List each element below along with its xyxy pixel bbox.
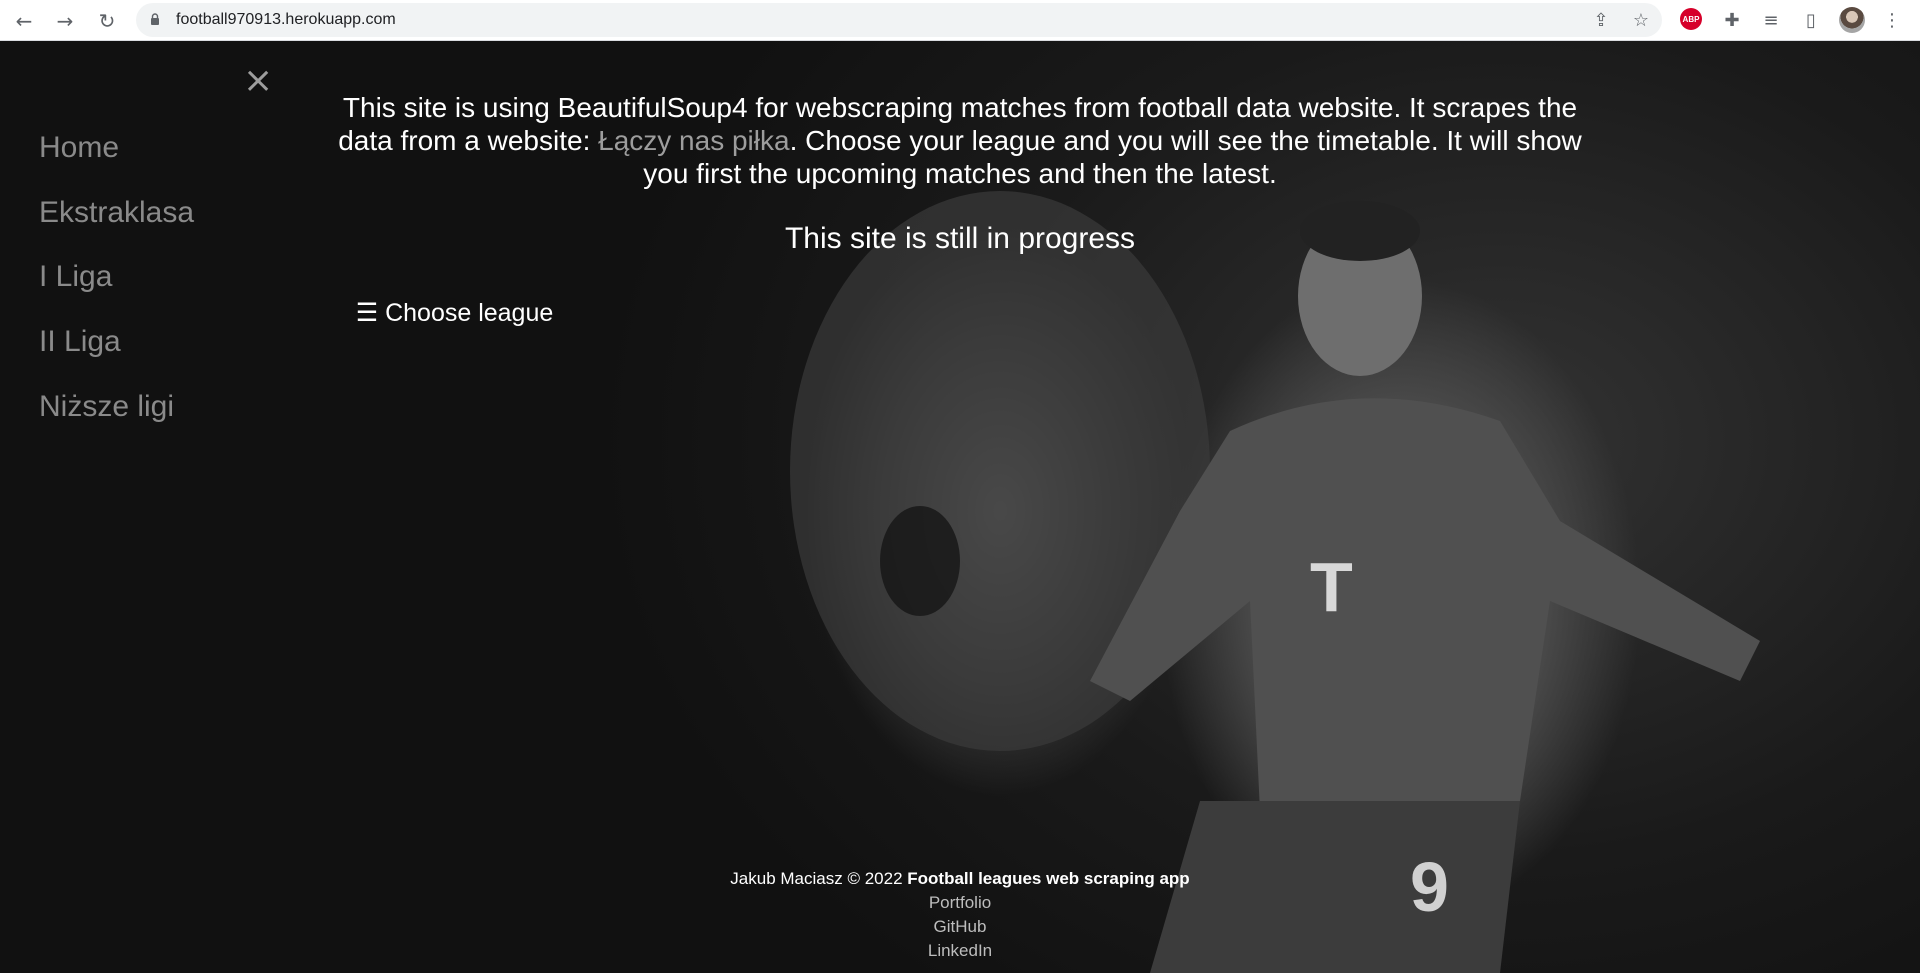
nav-ii-liga[interactable]: II Liga [39,325,121,359]
footer: Jakub Maciasz © 2022 Football leagues we… [600,869,1320,961]
url-text: football970913.herokuapp.com [176,11,396,28]
reload-icon[interactable]: ↻ [93,7,121,35]
nav-nizsze-ligi[interactable]: Niższe ligi [39,390,174,424]
address-bar[interactable]: football970913.herokuapp.com ⇪ ☆ [136,3,1662,37]
browser-toolbar: ← → ↻ football970913.herokuapp.com ⇪ ☆ A… [0,0,1920,41]
choose-league-button[interactable]: ☰ Choose league [337,283,572,343]
side-navigation: × Home Ekstraklasa I Liga II Liga Niższe… [0,41,312,973]
lock-icon [151,13,159,25]
kebab-menu-icon[interactable]: ⋮ [1880,8,1904,32]
back-arrow-icon[interactable]: ← [10,7,38,35]
forward-arrow-icon[interactable]: → [51,7,79,35]
footer-link-github[interactable]: GitHub [600,917,1320,937]
nav-home[interactable]: Home [39,131,119,165]
close-icon[interactable]: × [243,63,273,99]
footer-author: Jakub Maciasz © 2022 [730,869,908,888]
page: 9 T × Home Ekstraklasa I Liga II Liga Ni… [0,41,1920,973]
footer-credit: Jakub Maciasz © 2022 Football leagues we… [600,869,1320,889]
profile-avatar[interactable] [1839,7,1865,33]
reading-list-icon[interactable]: ≡ [1759,8,1783,32]
adblock-icon[interactable]: ABP [1680,8,1702,30]
svg-text:9: 9 [1410,848,1449,926]
intro-text: This site is using BeautifulSoup4 for we… [338,92,1582,189]
nav-i-liga[interactable]: I Liga [39,260,112,294]
footer-link-linkedin[interactable]: LinkedIn [600,941,1320,961]
progress-notice: This site is still in progress [784,222,1136,255]
footer-link-portfolio[interactable]: Portfolio [600,893,1320,913]
side-panel-icon[interactable]: ▯ [1799,8,1823,32]
share-icon[interactable]: ⇪ [1591,10,1611,31]
bookmark-star-icon[interactable]: ☆ [1631,10,1651,31]
extensions-puzzle-icon[interactable]: ✚ [1720,8,1744,32]
nav-ekstraklasa[interactable]: Ekstraklasa [39,196,194,230]
source-link[interactable]: Łączy nas piłka [598,125,789,156]
footer-brand: Football leagues web scraping app [907,869,1190,888]
svg-text:T: T [1310,548,1353,626]
